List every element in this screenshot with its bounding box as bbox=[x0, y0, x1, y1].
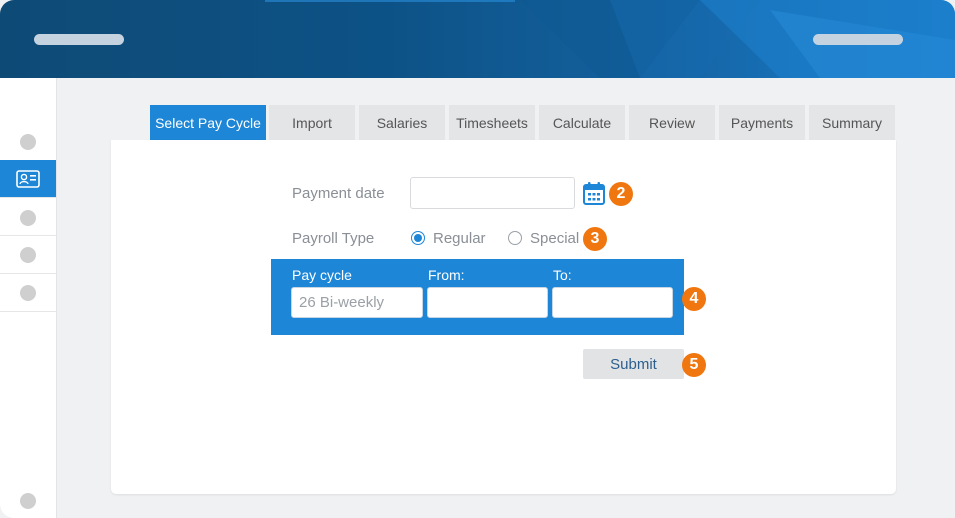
sidebar-divider bbox=[0, 311, 56, 312]
tab-calculate[interactable]: Calculate bbox=[539, 105, 625, 140]
app-header bbox=[0, 0, 955, 78]
step-badge-3: 3 bbox=[583, 227, 607, 251]
sidebar bbox=[0, 78, 57, 518]
sidebar-item-active[interactable] bbox=[0, 160, 56, 197]
tab-select-pay-cycle[interactable]: Select Pay Cycle bbox=[150, 105, 266, 140]
step-badge-2: 2 bbox=[609, 182, 633, 206]
sidebar-divider bbox=[0, 235, 56, 236]
to-date-input[interactable] bbox=[552, 287, 673, 318]
calendar-icon bbox=[583, 182, 605, 205]
tab-timesheets[interactable]: Timesheets bbox=[449, 105, 535, 140]
radio-special[interactable] bbox=[508, 231, 522, 245]
sidebar-item-2[interactable] bbox=[20, 210, 36, 226]
header-right-placeholder bbox=[813, 34, 903, 45]
id-card-icon bbox=[16, 169, 40, 188]
sidebar-item-1[interactable] bbox=[20, 134, 36, 150]
step-badge-5: 5 bbox=[682, 353, 706, 377]
payment-date-label: Payment date bbox=[292, 185, 385, 202]
sidebar-divider bbox=[0, 273, 56, 274]
pay-cycle-label: Pay cycle bbox=[292, 267, 352, 283]
step-badge-4: 4 bbox=[682, 287, 706, 311]
tab-payments[interactable]: Payments bbox=[719, 105, 805, 140]
radio-special-label[interactable]: Special bbox=[530, 230, 579, 247]
from-date-input[interactable] bbox=[427, 287, 548, 318]
tab-import[interactable]: Import bbox=[269, 105, 355, 140]
pay-cycle-panel: Pay cycle From: To: bbox=[271, 259, 684, 335]
submit-button[interactable]: Submit bbox=[583, 349, 684, 379]
from-label: From: bbox=[428, 267, 465, 283]
payment-date-input[interactable] bbox=[410, 177, 575, 209]
sidebar-divider bbox=[0, 197, 56, 198]
tab-summary[interactable]: Summary bbox=[809, 105, 895, 140]
radio-regular[interactable] bbox=[411, 231, 425, 245]
pay-cycle-input[interactable] bbox=[291, 287, 423, 318]
to-label: To: bbox=[553, 267, 572, 283]
sidebar-item-bottom[interactable] bbox=[20, 493, 36, 509]
sidebar-item-4[interactable] bbox=[20, 285, 36, 301]
app-window: Select Pay Cycle Import Salaries Timeshe… bbox=[0, 0, 955, 518]
tab-review[interactable]: Review bbox=[629, 105, 715, 140]
sidebar-item-3[interactable] bbox=[20, 247, 36, 263]
header-decoration bbox=[265, 0, 955, 78]
header-left-placeholder bbox=[34, 34, 124, 45]
calendar-button[interactable] bbox=[583, 181, 605, 205]
tab-salaries[interactable]: Salaries bbox=[359, 105, 445, 140]
payroll-type-label: Payroll Type bbox=[292, 230, 375, 247]
radio-regular-label[interactable]: Regular bbox=[433, 230, 486, 247]
